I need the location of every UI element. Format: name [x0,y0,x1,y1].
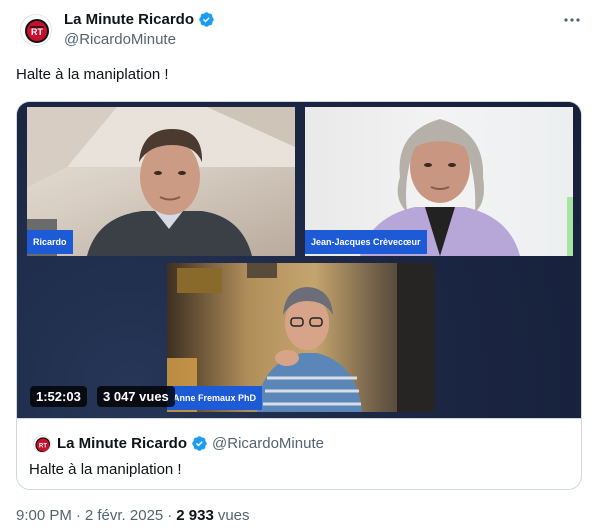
verified-badge-icon [199,12,214,27]
author-handle[interactable]: @RicardoMinute [64,31,176,48]
logo-icon: RT [25,19,49,43]
more-options-icon[interactable] [562,10,582,30]
participant-label-ricardo: Ricardo [27,230,73,254]
author-name-line: La Minute Ricardo [64,11,215,28]
video-views: 3 047 vues [97,386,175,407]
svg-text:RT: RT [31,27,43,37]
author-name[interactable]: La Minute Ricardo [64,11,194,28]
tweet-meta: 9:00 PM · 2 févr. 2025 · 2 933 vues [16,507,250,524]
tweet-time[interactable]: 9:00 PM [16,507,72,524]
logo-icon: RT [35,437,50,452]
author-avatar[interactable]: RT [20,14,52,46]
views-count: 2 933 [176,507,214,524]
views-label: vues [217,507,250,524]
quoted-author-name: La Minute Ricardo [57,435,188,452]
verified-badge-icon [192,436,207,451]
video-duration: 1:52:03 [30,386,87,407]
participant-label-jean-jacques: Jean-Jacques Crèvecœur [305,230,427,254]
tweet-date[interactable]: 2 févr. 2025 [85,507,163,524]
quoted-name-line: La Minute Ricardo @RicardoMinute [57,435,324,452]
participant-label-anne: Anne Fremaux PhD [167,386,263,410]
quoted-avatar: RT [33,435,51,453]
separator-dot: · [75,507,81,524]
video-player[interactable]: Ricardo Jean-Jacques Crèvecœur Anne Frem… [17,102,581,418]
separator-dot: · [167,507,173,524]
media-card[interactable]: Ricardo Jean-Jacques Crèvecœur Anne Frem… [16,101,582,490]
quoted-tweet[interactable]: RT La Minute Ricardo @RicardoMinute Halt… [17,418,581,489]
tweet-text: Halte à la maniplation ! [16,66,169,83]
tweet-header: RT La Minute Ricardo @RicardoMinute [16,8,582,52]
svg-text:RT: RT [39,444,47,450]
quoted-author-handle: @RicardoMinute [212,435,324,452]
quoted-text: Halte à la maniplation ! [29,461,182,478]
